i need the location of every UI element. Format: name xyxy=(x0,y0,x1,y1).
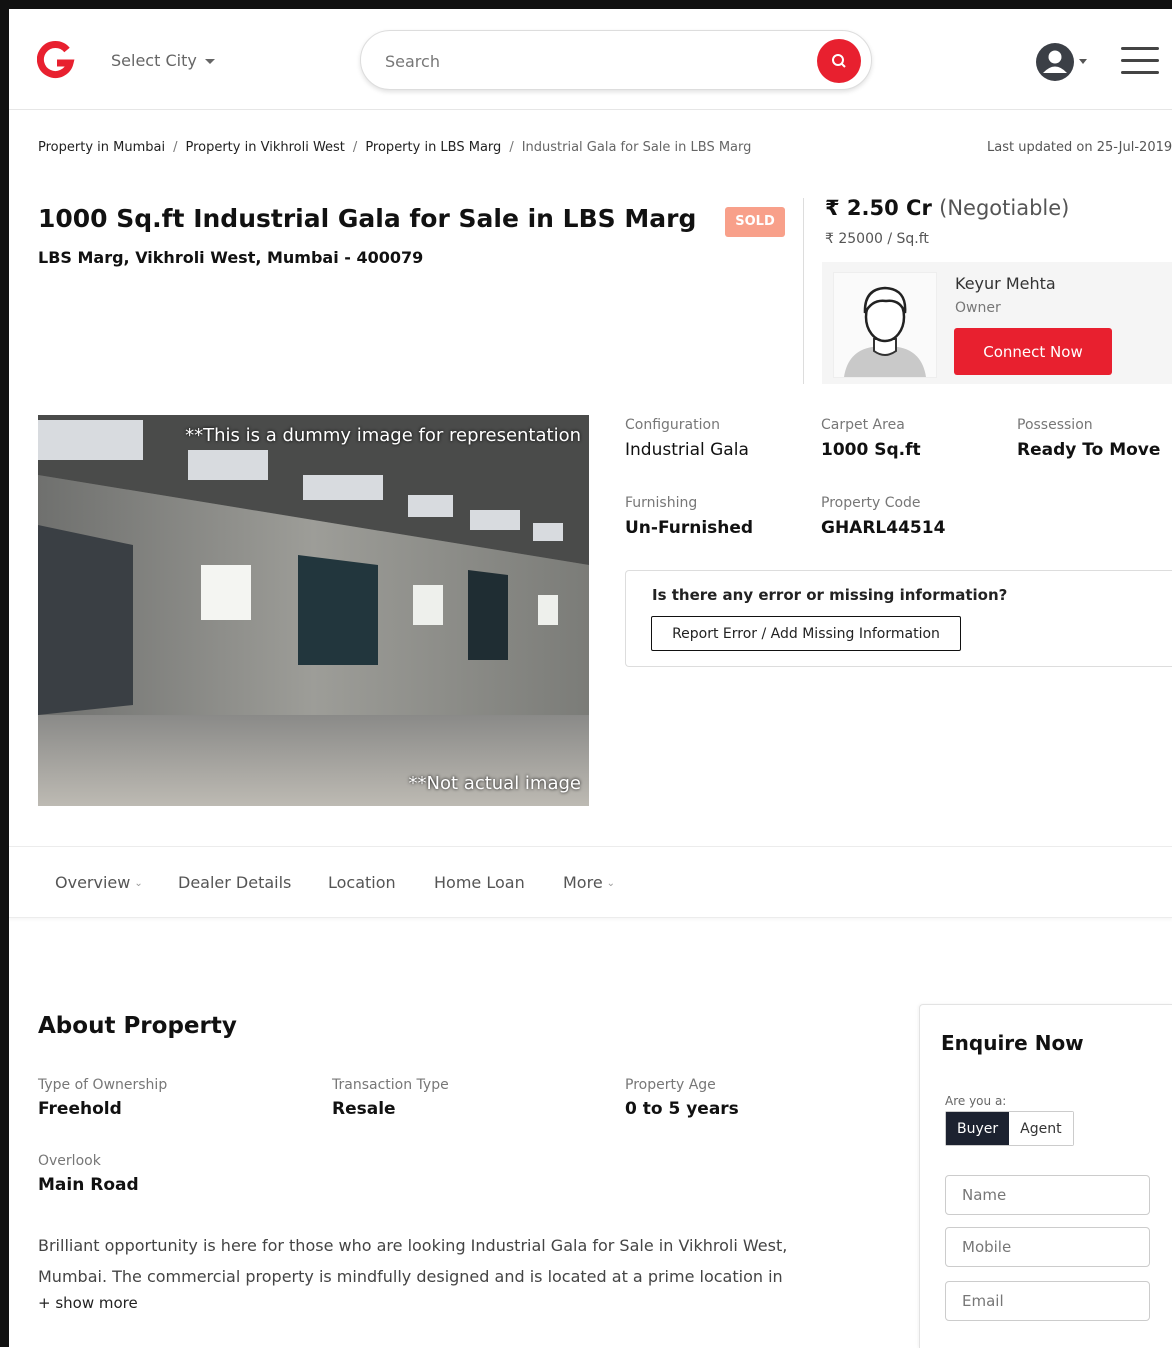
city-selector[interactable]: Select City xyxy=(111,51,215,70)
hamburger-menu-icon[interactable] xyxy=(1121,47,1159,75)
about-label: Type of Ownership xyxy=(38,1077,168,1093)
about-ownership: Type of Ownership Freehold xyxy=(38,1077,167,1119)
spec-carpet-area: Carpet Area 1000 Sq.ft xyxy=(821,417,921,460)
chevron-down-icon: ⌄ xyxy=(134,878,143,889)
tab-overview[interactable]: Overview ⌄ xyxy=(55,873,143,892)
property-description: Brilliant opportunity is here for those … xyxy=(38,1236,788,1286)
about-label: Overlook xyxy=(38,1153,101,1169)
connect-now-button[interactable]: Connect Now xyxy=(954,328,1112,375)
about-property-heading: About Property xyxy=(38,1013,237,1039)
breadcrumb-link[interactable]: Property in LBS Marg xyxy=(365,140,501,155)
property-address: LBS Marg, Vikhroli West, Mumbai - 400079 xyxy=(38,248,424,267)
tab-location[interactable]: Location xyxy=(328,873,396,892)
price-note: (Negotiable) xyxy=(939,196,1070,220)
report-error-button[interactable]: Report Error / Add Missing Information xyxy=(651,616,961,651)
about-value: Freehold xyxy=(38,1099,122,1119)
about-value: 0 to 5 years xyxy=(625,1099,739,1119)
breadcrumb-separator: / xyxy=(352,140,358,155)
report-error-box: Is there any error or missing informatio… xyxy=(625,570,1172,667)
spec-value: Industrial Gala xyxy=(625,440,749,460)
breadcrumb-separator: / xyxy=(509,140,514,155)
chevron-down-icon xyxy=(204,59,215,64)
warehouse-photo xyxy=(38,415,589,806)
chevron-down-icon[interactable] xyxy=(1079,59,1087,64)
price-per-sqft: ₹ 25000 / Sq.ft xyxy=(825,231,929,247)
status-badge: SOLD xyxy=(725,207,785,237)
divider xyxy=(803,198,804,384)
spec-configuration: Configuration Industrial Gala xyxy=(625,417,749,460)
section-tabs: Overview ⌄ Dealer Details Location Home L… xyxy=(9,846,1172,918)
spec-value: Un-Furnished xyxy=(625,518,754,538)
breadcrumb-link[interactable]: Property in Vikhroli West xyxy=(185,140,344,155)
spec-label: Furnishing xyxy=(625,495,698,511)
search-button[interactable] xyxy=(817,39,861,83)
brand-logo-icon[interactable] xyxy=(37,41,75,79)
spec-label: Carpet Area xyxy=(821,417,905,433)
buyer-option[interactable]: Buyer xyxy=(946,1112,1010,1145)
about-value: Resale xyxy=(332,1099,396,1119)
spec-property-code: Property Code GHARL44514 xyxy=(821,495,945,538)
spec-possession: Possession Ready To Move xyxy=(1017,417,1160,460)
enquire-title: Enquire Now xyxy=(941,1031,1084,1055)
mobile-field[interactable] xyxy=(945,1227,1150,1267)
show-more-link[interactable]: + show more xyxy=(38,1294,138,1312)
breadcrumb-separator: / xyxy=(173,140,178,155)
about-label: Transaction Type xyxy=(332,1077,449,1093)
spec-label: Configuration xyxy=(625,417,720,433)
tab-label: More xyxy=(563,873,603,892)
search-icon xyxy=(832,54,846,68)
user-silhouette-icon xyxy=(834,273,936,377)
are-you-label: Are you a: xyxy=(945,1094,1007,1108)
breadcrumb-current: Industrial Gala for Sale in LBS Marg xyxy=(521,140,752,155)
about-overlook: Overlook Main Road xyxy=(38,1153,139,1195)
about-label: Property Age xyxy=(625,1077,716,1093)
last-updated: Last updated on 25-Jul-2019 xyxy=(987,140,1172,155)
image-disclaimer-bottom: **Not actual image xyxy=(408,773,581,794)
tab-label: Overview xyxy=(55,873,131,892)
user-account-icon[interactable] xyxy=(1035,42,1075,82)
breadcrumb: Property in Mumbai / Property in Vikhroli … xyxy=(38,140,751,155)
page-title: 1000 Sq.ft Industrial Gala for Sale in L… xyxy=(38,204,697,233)
tab-home-loan[interactable]: Home Loan xyxy=(434,873,525,892)
name-field[interactable] xyxy=(945,1175,1150,1215)
spec-value: GHARL44514 xyxy=(821,518,946,538)
search-bar xyxy=(360,30,872,90)
spec-furnishing: Furnishing Un-Furnished xyxy=(625,495,753,538)
about-value: Main Road xyxy=(38,1175,139,1195)
owner-name: Keyur Mehta xyxy=(955,274,1056,293)
user-type-toggle: Buyer Agent xyxy=(945,1111,1074,1146)
breadcrumb-link[interactable]: Property in Mumbai xyxy=(38,140,165,155)
spec-label: Possession xyxy=(1017,417,1093,433)
search-input[interactable] xyxy=(383,47,807,75)
owner-card: Keyur Mehta Owner Connect Now xyxy=(822,262,1172,384)
price: ₹ 2.50 Cr (Negotiable) xyxy=(825,196,1069,220)
site-header: Select City xyxy=(9,9,1172,110)
report-question: Is there any error or missing informatio… xyxy=(652,586,1008,604)
about-transaction: Transaction Type Resale xyxy=(332,1077,449,1119)
owner-role: Owner xyxy=(955,300,1001,316)
spec-value: 1000 Sq.ft xyxy=(821,440,921,460)
city-selector-label: Select City xyxy=(111,51,197,70)
price-value: ₹ 2.50 Cr xyxy=(825,196,932,220)
owner-avatar xyxy=(833,272,937,378)
enquire-panel: Enquire Now Are you a: Buyer Agent xyxy=(919,1004,1172,1348)
property-image[interactable]: **This is a dummy image for representati… xyxy=(38,415,589,806)
tab-dealer-details[interactable]: Dealer Details xyxy=(178,873,291,892)
agent-option[interactable]: Agent xyxy=(1009,1112,1073,1145)
about-age: Property Age 0 to 5 years xyxy=(625,1077,739,1119)
spec-value: Ready To Move xyxy=(1017,440,1161,460)
tab-more[interactable]: More ⌄ xyxy=(563,873,615,892)
spec-label: Property Code xyxy=(821,495,921,511)
chevron-down-icon: ⌄ xyxy=(606,878,616,889)
image-disclaimer-top: **This is a dummy image for representati… xyxy=(185,425,581,446)
email-field[interactable] xyxy=(945,1281,1150,1321)
